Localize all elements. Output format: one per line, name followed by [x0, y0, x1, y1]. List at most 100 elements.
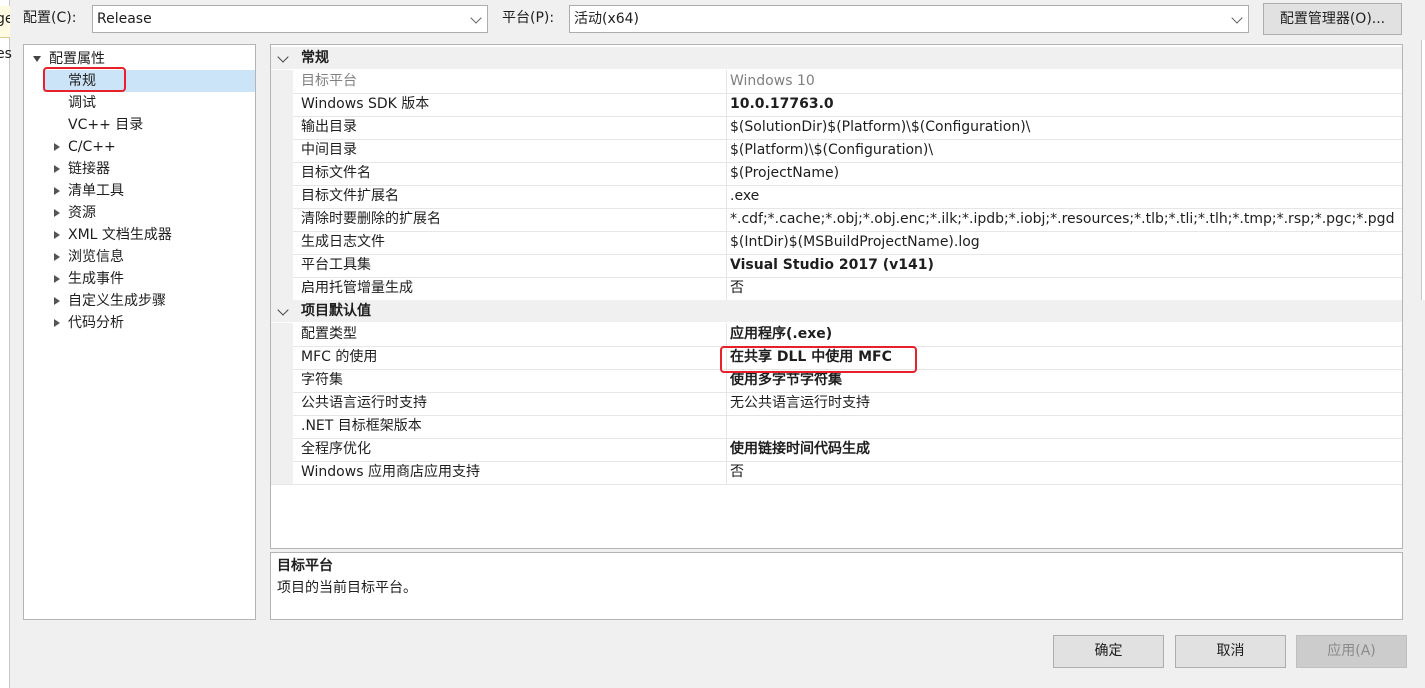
chevron-down-icon[interactable] [277, 304, 289, 316]
expand-arrow-icon[interactable] [54, 165, 60, 173]
property-row[interactable]: 目标文件扩展名 .exe [271, 185, 1402, 209]
column-divider [726, 93, 727, 116]
chevron-down-icon[interactable] [277, 51, 289, 63]
expand-arrow-icon[interactable] [54, 209, 60, 217]
property-value[interactable]: Windows 10 [730, 70, 815, 92]
property-row[interactable]: 目标平台 Windows 10 [271, 70, 1402, 94]
property-name: 目标文件名 [301, 165, 371, 181]
category-defaults[interactable]: 项目默认值 [271, 300, 1402, 322]
row-gutter [271, 231, 293, 254]
property-value[interactable]: $(Platform)\$(Configuration)\ [730, 139, 933, 161]
expand-arrow-icon[interactable] [54, 187, 60, 195]
property-value[interactable]: $(ProjectName) [730, 162, 839, 184]
property-row[interactable]: 公共语言运行时支持 无公共语言运行时支持 [271, 392, 1402, 416]
apply-button[interactable]: 应用(A) [1296, 635, 1407, 668]
highlight-box [720, 346, 917, 373]
column-divider [726, 208, 727, 231]
property-name: Windows SDK 版本 [301, 96, 430, 112]
tree-item[interactable]: 清单工具 [43, 180, 255, 202]
category-title: 项目默认值 [301, 303, 371, 319]
tree-item-label: VC++ 目录 [68, 117, 144, 133]
ok-button[interactable]: 确定 [1053, 635, 1164, 668]
property-row[interactable]: 启用托管增量生成 否 [271, 277, 1402, 301]
tree-item-label: 自定义生成步骤 [68, 293, 166, 309]
config-label: 配置(C): [23, 10, 77, 26]
property-row[interactable]: 中间目录 $(Platform)\$(Configuration)\ [271, 139, 1402, 163]
expanded-arrow-icon[interactable] [33, 56, 41, 62]
column-divider [726, 185, 727, 208]
property-value[interactable]: 无公共语言运行时支持 [730, 392, 870, 414]
tree-item[interactable]: 资源 [43, 202, 255, 224]
category-general[interactable]: 常规 [271, 47, 1402, 69]
row-gutter [271, 93, 293, 116]
column-divider [726, 231, 727, 254]
chevron-down-icon [1231, 12, 1243, 24]
property-row[interactable]: 目标文件名 $(ProjectName) [271, 162, 1402, 186]
property-row[interactable]: 生成日志文件 $(IntDir)$(MSBuildProjectName).log [271, 231, 1402, 255]
property-name: 目标平台 [301, 73, 357, 89]
property-name: 目标文件扩展名 [301, 188, 399, 204]
property-name: 配置类型 [301, 326, 357, 342]
property-row[interactable]: Windows SDK 版本 10.0.17763.0 [271, 93, 1402, 117]
tree-item-label: 生成事件 [68, 271, 124, 287]
property-name: MFC 的使用 [301, 349, 378, 365]
column-divider [726, 323, 727, 346]
tree-item-label: 清单工具 [68, 183, 124, 199]
column-divider [726, 277, 727, 300]
property-row[interactable]: 清除时要删除的扩展名 *.cdf;*.cache;*.obj;*.obj.enc;… [271, 208, 1402, 232]
expand-arrow-icon[interactable] [54, 275, 60, 283]
expand-arrow-icon[interactable] [54, 319, 60, 327]
expand-arrow-icon[interactable] [54, 143, 60, 151]
platform-value: 活动(x64) [574, 11, 640, 27]
property-grid[interactable]: 常规 目标平台 Windows 10 Windows SDK 版本 10.0.1776… [270, 44, 1403, 549]
tree-item-label: XML 文档生成器 [68, 227, 172, 243]
property-value[interactable]: 否 [730, 277, 744, 299]
property-value[interactable]: 使用链接时间代码生成 [730, 438, 870, 460]
property-value[interactable]: $(SolutionDir)$(Platform)\$(Configuratio… [730, 116, 1030, 138]
property-value[interactable]: 10.0.17763.0 [730, 93, 834, 115]
platform-label: 平台(P): [502, 10, 555, 26]
tree-item[interactable]: 浏览信息 [43, 246, 255, 268]
tree-item-label: C/C++ [68, 139, 116, 155]
property-row[interactable]: Windows 应用商店应用支持 否 [271, 461, 1402, 485]
row-gutter [271, 461, 293, 484]
tree-item[interactable]: 代码分析 [43, 312, 255, 334]
property-value[interactable]: Visual Studio 2017 (v141) [730, 254, 934, 276]
tree-item[interactable]: 链接器 [43, 158, 255, 180]
row-gutter [271, 254, 293, 277]
cancel-button[interactable]: 取消 [1175, 635, 1286, 668]
property-row[interactable]: 配置类型 应用程序(.exe) [271, 323, 1402, 347]
property-value[interactable]: 否 [730, 461, 744, 483]
property-value[interactable]: .exe [730, 185, 759, 207]
description-text: 项目的当前目标平台。 [277, 580, 417, 596]
platform-combobox[interactable]: 活动(x64) [569, 5, 1249, 33]
column-divider [726, 162, 727, 185]
property-value[interactable]: $(IntDir)$(MSBuildProjectName).log [730, 231, 980, 253]
column-divider [726, 116, 727, 139]
config-manager-button[interactable]: 配置管理器(O)... [1263, 3, 1402, 35]
property-row[interactable]: 输出目录 $(SolutionDir)$(Platform)\$(Configur… [271, 116, 1402, 140]
property-value[interactable]: *.cdf;*.cache;*.obj;*.obj.enc;*.ilk;*.ip… [730, 208, 1394, 230]
tree-item[interactable]: 调试 [43, 92, 255, 114]
tree-item[interactable]: VC++ 目录 [43, 114, 255, 136]
tree-item[interactable]: C/C++ [43, 136, 255, 158]
expand-arrow-icon[interactable] [54, 231, 60, 239]
row-gutter [271, 277, 293, 300]
partial-text: es [0, 46, 12, 62]
property-row[interactable]: .NET 目标框架版本 [271, 415, 1402, 439]
property-row[interactable]: 全程序优化 使用链接时间代码生成 [271, 438, 1402, 462]
property-tree[interactable]: 配置属性 常规 调试 VC++ 目录 C/C++ 链接器 清单工具 资源 XML 文档生成器浏… [23, 44, 256, 620]
tree-item-label: 链接器 [68, 161, 110, 177]
property-name: Windows 应用商店应用支持 [301, 464, 480, 480]
tree-item[interactable]: 自定义生成步骤 [43, 290, 255, 312]
tree-item[interactable]: 生成事件 [43, 268, 255, 290]
column-divider [726, 415, 727, 438]
expand-arrow-icon[interactable] [54, 297, 60, 305]
column-divider [726, 254, 727, 277]
column-divider [726, 461, 727, 484]
config-combobox[interactable]: Release [92, 5, 488, 33]
property-value[interactable]: 应用程序(.exe) [730, 323, 832, 345]
tree-item[interactable]: XML 文档生成器 [43, 224, 255, 246]
expand-arrow-icon[interactable] [54, 253, 60, 261]
property-row[interactable]: 平台工具集 Visual Studio 2017 (v141) [271, 254, 1402, 278]
